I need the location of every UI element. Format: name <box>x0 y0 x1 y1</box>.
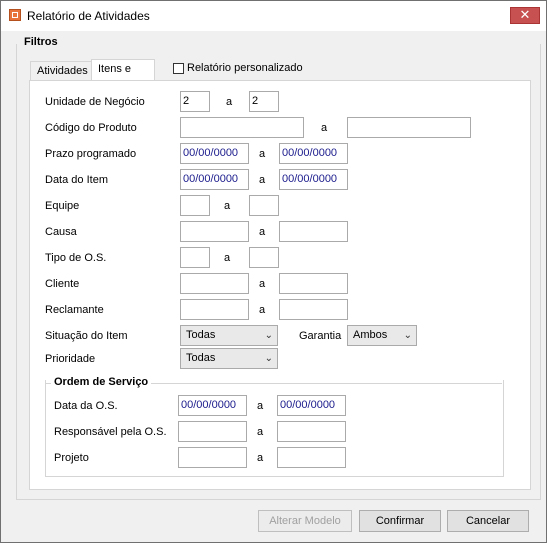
range-separator: a <box>226 96 233 108</box>
causa-to-input[interactable] <box>279 221 348 242</box>
codigo-from-input[interactable] <box>180 117 304 138</box>
range-separator: a <box>259 148 266 160</box>
range-separator: a <box>259 304 266 316</box>
responsavel-from-input[interactable] <box>178 421 247 442</box>
range-separator: a <box>259 226 266 238</box>
causa-label: Causa <box>45 226 77 238</box>
chevron-down-icon: ⌄ <box>264 330 273 341</box>
confirmar-button[interactable]: Confirmar <box>359 510 441 532</box>
tab-atividades[interactable]: Atividades <box>30 61 92 81</box>
cliente-to-input[interactable] <box>279 273 348 294</box>
tipo-os-from-input[interactable] <box>180 247 210 268</box>
equipe-label: Equipe <box>45 200 80 212</box>
range-separator: a <box>257 400 264 412</box>
alterar-modelo-button[interactable]: Alterar Modelo <box>258 510 352 532</box>
situacao-label: Situação do Item <box>45 330 128 342</box>
unidade-to-input[interactable]: 2 <box>249 91 279 112</box>
tipo-os-label: Tipo de O.S. <box>45 252 107 264</box>
tab-itens-e-os[interactable]: Itens e OS <box>91 59 155 94</box>
chevron-down-icon: ⌄ <box>264 353 273 364</box>
tipo-os-to-input[interactable] <box>249 247 279 268</box>
prioridade-value: Todas <box>186 352 216 364</box>
unidade-label: Unidade de Negócio <box>45 96 145 108</box>
prioridade-select[interactable]: Todas ⌄ <box>180 348 278 369</box>
custom-report-checkbox[interactable] <box>173 62 184 74</box>
range-separator: a <box>224 200 231 212</box>
data-os-to-input[interactable]: 00/00/0000 <box>277 395 346 416</box>
reclamante-from-input[interactable] <box>180 299 249 320</box>
reclamante-label: Reclamante <box>45 304 104 316</box>
data-os-from-input[interactable]: 00/00/0000 <box>178 395 247 416</box>
responsavel-to-input[interactable] <box>277 421 346 442</box>
data-item-label: Data do Item <box>45 174 108 186</box>
range-separator: a <box>224 252 231 264</box>
report-app-icon <box>9 9 21 21</box>
reclamante-to-input[interactable] <box>279 299 348 320</box>
prazo-label: Prazo programado <box>45 148 137 160</box>
projeto-label: Projeto <box>54 452 89 464</box>
range-separator: a <box>259 278 266 290</box>
close-icon: ✕ <box>519 8 531 23</box>
cancelar-button[interactable]: Cancelar <box>447 510 529 532</box>
codigo-to-input[interactable] <box>347 117 471 138</box>
custom-report-option[interactable]: Relatório personalizado <box>173 62 303 74</box>
situacao-value: Todas <box>186 329 216 341</box>
prazo-from-input[interactable]: 00/00/0000 <box>180 143 249 164</box>
chevron-down-icon: ⌄ <box>403 330 412 341</box>
title-bar[interactable]: Relatório de Atividades ✕ <box>1 1 546 31</box>
unidade-from-input[interactable]: 2 <box>180 91 210 112</box>
garantia-label: Garantia <box>299 330 342 342</box>
projeto-from-input[interactable] <box>178 447 247 468</box>
range-separator: a <box>321 122 328 134</box>
custom-report-label: Relatório personalizado <box>187 62 303 74</box>
range-separator: a <box>259 174 266 186</box>
cliente-label: Cliente <box>45 278 80 290</box>
ordem-servico-label: Ordem de Serviço <box>51 376 152 388</box>
garantia-select[interactable]: Ambos ⌄ <box>347 325 417 346</box>
prazo-to-input[interactable]: 00/00/0000 <box>279 143 348 164</box>
equipe-from-input[interactable] <box>180 195 210 216</box>
data-item-to-input[interactable]: 00/00/0000 <box>279 169 348 190</box>
close-button[interactable]: ✕ <box>510 7 540 24</box>
situacao-select[interactable]: Todas ⌄ <box>180 325 278 346</box>
garantia-value: Ambos <box>353 329 388 341</box>
filters-group-label: Filtros <box>24 36 58 48</box>
causa-from-input[interactable] <box>180 221 249 242</box>
window-title: Relatório de Atividades <box>27 9 150 23</box>
range-separator: a <box>257 426 264 438</box>
codigo-label: Código do Produto <box>45 122 137 134</box>
data-os-label: Data da O.S. <box>54 400 118 412</box>
responsavel-label: Responsável pela O.S. <box>54 426 167 438</box>
equipe-to-input[interactable] <box>249 195 279 216</box>
data-item-from-input[interactable]: 00/00/0000 <box>180 169 249 190</box>
projeto-to-input[interactable] <box>277 447 346 468</box>
range-separator: a <box>257 452 264 464</box>
prioridade-label: Prioridade <box>45 353 96 365</box>
cliente-from-input[interactable] <box>180 273 249 294</box>
